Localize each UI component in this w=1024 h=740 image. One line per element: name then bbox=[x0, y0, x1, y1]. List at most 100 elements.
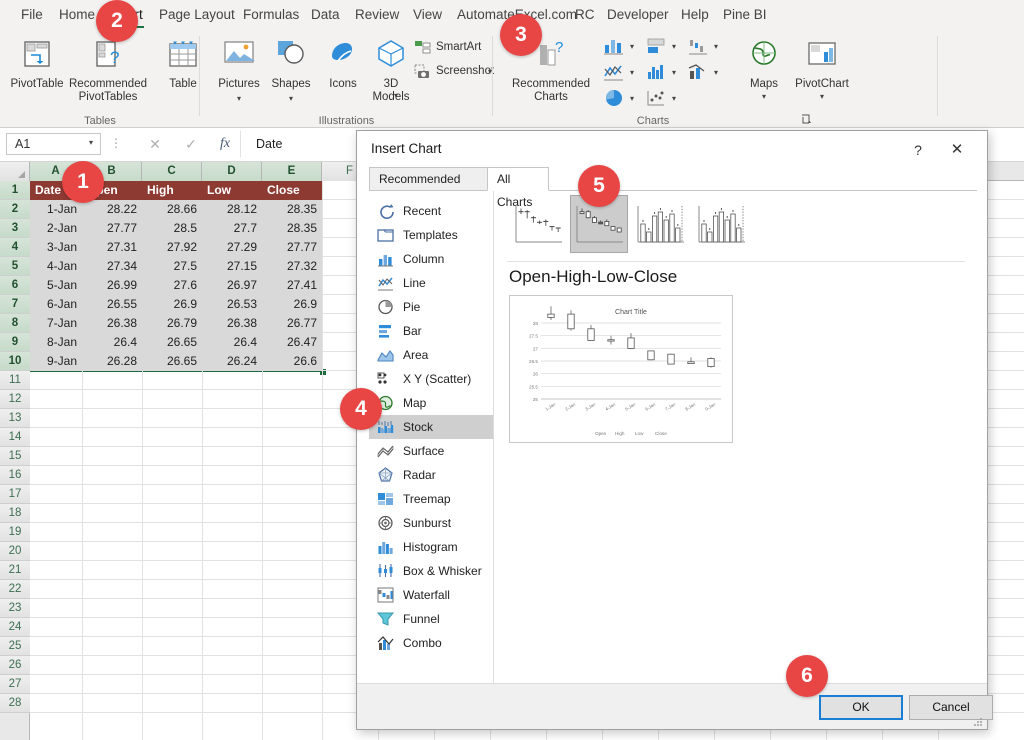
chart-type-box-whisker[interactable]: Box & Whisker bbox=[369, 559, 494, 583]
row-header-12[interactable]: 12 bbox=[0, 390, 30, 409]
row-header-8[interactable]: 8 bbox=[0, 314, 30, 333]
pivottable-button[interactable]: PivotTable bbox=[6, 34, 68, 108]
cell-D2[interactable]: 28.12 bbox=[202, 200, 262, 219]
ribbon-tab-file[interactable]: File bbox=[12, 0, 52, 30]
ribbon-tab-help[interactable]: Help bbox=[672, 0, 718, 30]
row-header-3[interactable]: 3 bbox=[0, 219, 30, 238]
column-header-E[interactable]: E bbox=[262, 162, 322, 181]
column-chart-chevron-down-icon[interactable]: ▾ bbox=[626, 36, 638, 58]
chart-type-radar[interactable]: Radar bbox=[369, 463, 494, 487]
cell-B2[interactable]: 28.22 bbox=[82, 200, 142, 219]
row-header-15[interactable]: 15 bbox=[0, 447, 30, 466]
select-all-button[interactable] bbox=[0, 162, 30, 181]
cell-B7[interactable]: 26.55 bbox=[82, 295, 142, 314]
cell-C6[interactable]: 27.6 bbox=[142, 276, 202, 295]
cell-header-C1[interactable]: High bbox=[142, 181, 202, 200]
cell-A6[interactable]: 5-Jan bbox=[30, 276, 82, 295]
row-header-25[interactable]: 25 bbox=[0, 637, 30, 656]
cell-C10[interactable]: 26.65 bbox=[142, 352, 202, 371]
ribbon-tab-data[interactable]: Data bbox=[302, 0, 349, 30]
row-header-4[interactable]: 4 bbox=[0, 238, 30, 257]
cell-C2[interactable]: 28.66 bbox=[142, 200, 202, 219]
cell-D9[interactable]: 26.4 bbox=[202, 333, 262, 352]
ribbon-tab-developer[interactable]: Developer bbox=[598, 0, 678, 30]
chart-subtype-volume-open-high-low-close[interactable] bbox=[692, 195, 750, 253]
cell-header-E1[interactable]: Close bbox=[262, 181, 322, 200]
chart-type-column[interactable]: Column bbox=[369, 247, 494, 271]
cell-C3[interactable]: 28.5 bbox=[142, 219, 202, 238]
maps-button[interactable]: Maps ▾ bbox=[733, 34, 795, 108]
cell-E2[interactable]: 28.35 bbox=[262, 200, 322, 219]
chart-type-funnel[interactable]: Funnel bbox=[369, 607, 494, 631]
pivotchart-button[interactable]: PivotChart ▾ bbox=[789, 34, 855, 108]
chart-subtype-volume-high-low-close[interactable] bbox=[631, 195, 689, 253]
cell-A7[interactable]: 6-Jan bbox=[30, 295, 82, 314]
cell-E7[interactable]: 26.9 bbox=[262, 295, 322, 314]
pivotchart-chevron-down-icon[interactable]: ▾ bbox=[789, 92, 855, 101]
cell-A5[interactable]: 4-Jan bbox=[30, 257, 82, 276]
row-header-1[interactable]: 1 bbox=[0, 181, 30, 200]
cell-C8[interactable]: 26.79 bbox=[142, 314, 202, 333]
help-icon[interactable]: ? bbox=[903, 138, 933, 162]
chart-type-x-y-scatter-[interactable]: X Y (Scatter) bbox=[369, 367, 494, 391]
waterfall-chart-chevron-down-icon[interactable]: ▾ bbox=[710, 36, 722, 58]
charts-dialog-launcher[interactable] bbox=[801, 114, 813, 126]
chart-type-combo[interactable]: Combo bbox=[369, 631, 494, 655]
cell-E3[interactable]: 28.35 bbox=[262, 219, 322, 238]
cell-D5[interactable]: 27.15 bbox=[202, 257, 262, 276]
row-header-24[interactable]: 24 bbox=[0, 618, 30, 637]
cell-A2[interactable]: 1-Jan bbox=[30, 200, 82, 219]
cancel-formula-icon[interactable]: ✕ bbox=[142, 133, 168, 155]
chart-type-recent[interactable]: Recent bbox=[369, 199, 494, 223]
cell-D8[interactable]: 26.38 bbox=[202, 314, 262, 333]
scatter-chart-chevron-down-icon[interactable]: ▾ bbox=[668, 88, 680, 110]
histogram-chart-gallery-button[interactable] bbox=[645, 62, 669, 84]
cell-A8[interactable]: 7-Jan bbox=[30, 314, 82, 333]
chart-type-sunburst[interactable]: Sunburst bbox=[369, 511, 494, 535]
recommended-pivottables-button[interactable]: ? Recommended PivotTables bbox=[64, 34, 152, 108]
name-box-chevron-down-icon[interactable]: ▾ bbox=[89, 138, 93, 147]
cell-A9[interactable]: 8-Jan bbox=[30, 333, 82, 352]
cell-C9[interactable]: 26.65 bbox=[142, 333, 202, 352]
cell-B9[interactable]: 26.4 bbox=[82, 333, 142, 352]
row-header-19[interactable]: 19 bbox=[0, 523, 30, 542]
dialog-tab-recommended-charts[interactable]: Recommended Charts bbox=[369, 167, 488, 191]
row-header-17[interactable]: 17 bbox=[0, 485, 30, 504]
chart-type-area[interactable]: Area bbox=[369, 343, 494, 367]
ok-button[interactable]: OK bbox=[819, 695, 903, 720]
row-header-13[interactable]: 13 bbox=[0, 409, 30, 428]
row-header-26[interactable]: 26 bbox=[0, 656, 30, 675]
cell-A10[interactable]: 9-Jan bbox=[30, 352, 82, 371]
maps-chevron-down-icon[interactable]: ▾ bbox=[733, 92, 795, 101]
column-chart-gallery-button[interactable] bbox=[603, 36, 627, 58]
cell-D4[interactable]: 27.29 bbox=[202, 238, 262, 257]
cell-A4[interactable]: 3-Jan bbox=[30, 238, 82, 257]
cell-D3[interactable]: 27.7 bbox=[202, 219, 262, 238]
cell-E8[interactable]: 26.77 bbox=[262, 314, 322, 333]
column-header-D[interactable]: D bbox=[202, 162, 262, 181]
chart-type-line[interactable]: Line bbox=[369, 271, 494, 295]
pie-chart-gallery-button[interactable] bbox=[603, 88, 627, 110]
row-header-6[interactable]: 6 bbox=[0, 276, 30, 295]
row-header-16[interactable]: 16 bbox=[0, 466, 30, 485]
insert-function-icon[interactable]: fx bbox=[212, 133, 238, 155]
screenshot-button[interactable]: Screenshot ▾ bbox=[412, 62, 504, 84]
line-chart-gallery-button[interactable] bbox=[603, 62, 627, 84]
chart-type-templates[interactable]: Templates bbox=[369, 223, 494, 247]
cell-D7[interactable]: 26.53 bbox=[202, 295, 262, 314]
cell-A3[interactable]: 2-Jan bbox=[30, 219, 82, 238]
chart-preview[interactable]: Chart Title2827.52726.52625.5251-Jan2-Ja… bbox=[509, 295, 733, 443]
row-header-21[interactable]: 21 bbox=[0, 561, 30, 580]
histogram-chart-chevron-down-icon[interactable]: ▾ bbox=[668, 62, 680, 84]
bar-chart-chevron-down-icon[interactable]: ▾ bbox=[668, 36, 680, 58]
3d-models-chevron-down-icon[interactable]: ▾ bbox=[394, 91, 398, 100]
cell-E5[interactable]: 27.32 bbox=[262, 257, 322, 276]
name-box[interactable]: A1 ▾ bbox=[6, 133, 101, 155]
chart-type-treemap[interactable]: Treemap bbox=[369, 487, 494, 511]
chart-type-histogram[interactable]: Histogram bbox=[369, 535, 494, 559]
row-header-7[interactable]: 7 bbox=[0, 295, 30, 314]
row-header-18[interactable]: 18 bbox=[0, 504, 30, 523]
chart-type-stock[interactable]: Stock bbox=[369, 415, 494, 439]
cell-E9[interactable]: 26.47 bbox=[262, 333, 322, 352]
row-header-20[interactable]: 20 bbox=[0, 542, 30, 561]
